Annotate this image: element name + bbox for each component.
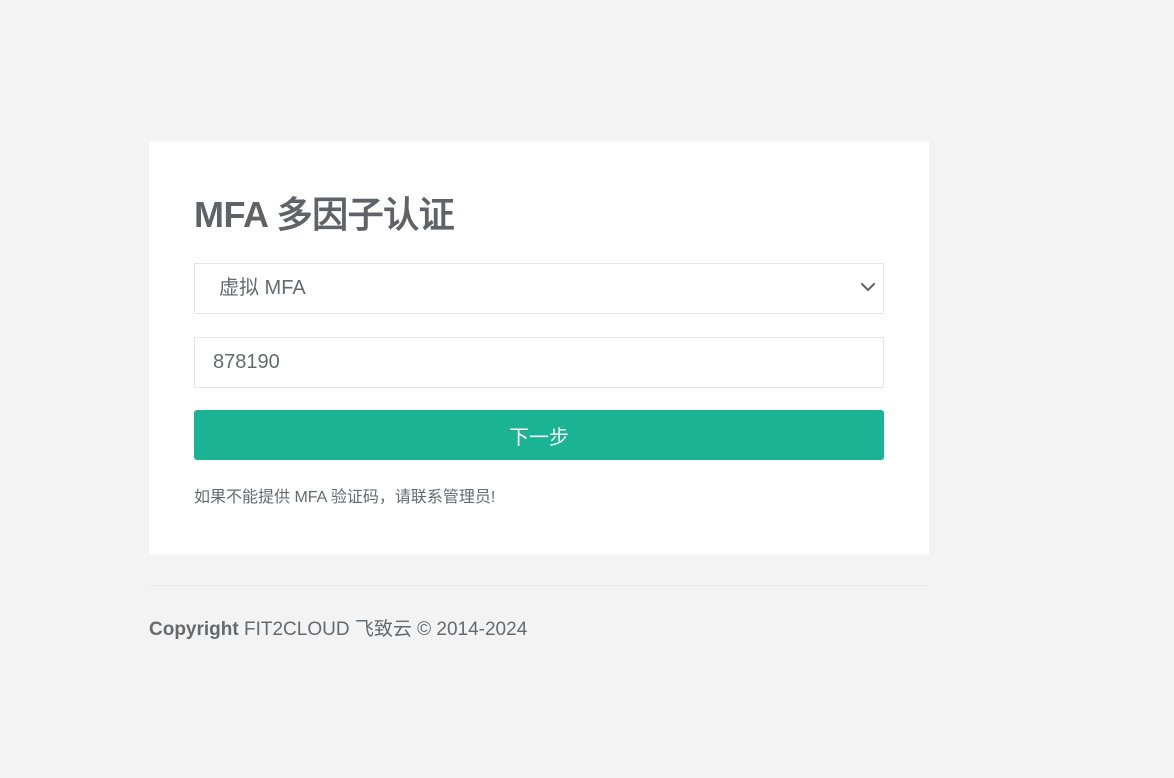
- footer-copyright: Copyright FIT2CLOUD 飞致云 © 2014-2024: [149, 616, 527, 644]
- copyright-text: FIT2CLOUD 飞致云 © 2014-2024: [238, 619, 528, 640]
- footer-divider: [149, 585, 929, 586]
- mfa-method-selected-value: 虚拟 MFA: [219, 277, 306, 299]
- copyright-label: Copyright: [149, 619, 239, 640]
- chevron-down-icon: [861, 283, 875, 291]
- page-title: MFA 多因子认证: [194, 194, 455, 235]
- next-step-button[interactable]: 下一步: [194, 410, 884, 460]
- mfa-card: MFA 多因子认证 虚拟 MFA 下一步 如果不能提供 MFA 验证码，请联系管…: [149, 141, 929, 555]
- help-text: 如果不能提供 MFA 验证码，请联系管理员!: [194, 489, 496, 506]
- mfa-method-select[interactable]: 虚拟 MFA: [194, 263, 884, 314]
- mfa-code-input[interactable]: [194, 337, 884, 388]
